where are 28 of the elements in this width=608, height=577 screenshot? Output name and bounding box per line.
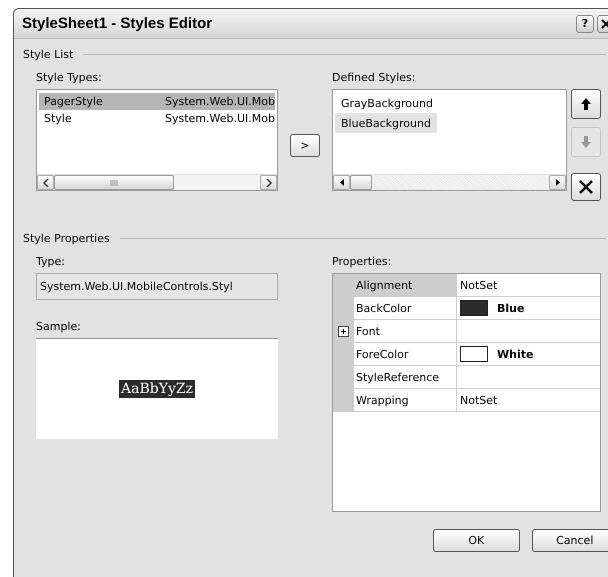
field-label: Sample: [36,320,82,334]
field-label: Properties: [332,255,392,269]
dialog-button[interactable]: Cancel [532,529,608,552]
window-title: StyleSheet1 - Styles Editor [22,15,214,32]
group-heading: Style List [23,48,74,60]
property-value[interactable]: NotSet [460,394,498,406]
type-field: System.Web.UI.MobileControls.Styl [36,273,278,300]
sample-text: AaBbYyZz [119,380,195,398]
property-name[interactable]: Alignment [354,274,457,297]
group-heading: Style Properties [23,232,110,244]
property-value[interactable]: NotSet [460,278,498,292]
add-style-button[interactable]: > [290,134,320,156]
property-name[interactable]: Wrapping [354,389,457,412]
property-name[interactable]: StyleReference [354,366,457,389]
property-name[interactable]: Font [354,320,457,343]
list-label: Defined Styles: [332,71,416,85]
list-item[interactable]: Style System.Web.UI.Mob [39,110,275,127]
list-item[interactable]: PagerStyle System.Web.UI.Mob [39,93,275,110]
list-label: Style Types: [36,71,103,85]
property-name[interactable]: BackColor [354,297,457,320]
list-item[interactable]: GrayBackground [335,93,439,113]
field-label: Type: [36,255,66,269]
dialog-button[interactable]: OK [433,529,520,552]
property-name[interactable]: ForeColor [354,343,457,366]
list-item[interactable]: BlueBackground [335,113,437,133]
property-value[interactable]: White [497,348,534,360]
help-button[interactable]: ? [576,14,594,32]
property-value[interactable]: Blue [497,302,524,314]
